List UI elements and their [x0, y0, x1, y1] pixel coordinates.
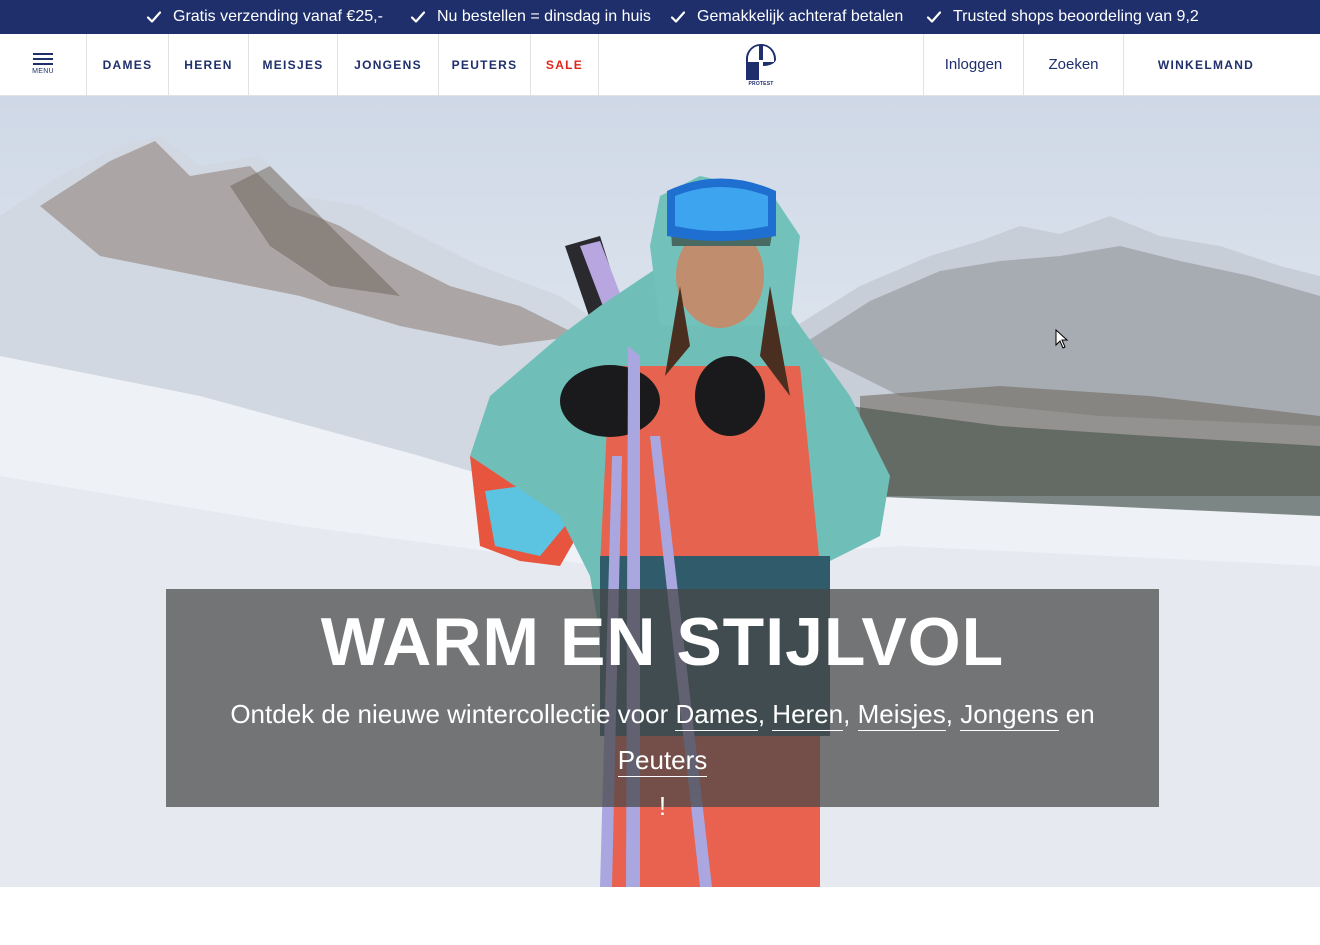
usp-text: Trusted shops beoordeling van 9,2 — [953, 8, 1199, 25]
usp-item: Gratis verzending vanaf €25,- — [146, 0, 383, 34]
hero-link-jongens[interactable]: Jongens — [960, 699, 1059, 731]
hero-subtitle-prefix: Ontdek de nieuwe wintercollectie voor — [230, 699, 669, 729]
checkmark-icon — [410, 11, 426, 23]
hero-text-overlay: WARM EN STIJLVOL Ontdek de nieuwe winter… — [166, 589, 1159, 821]
usp-text: Nu bestellen = dinsdag in huis — [437, 8, 651, 25]
page-content-start — [0, 887, 1320, 945]
mouse-cursor-icon — [1055, 329, 1069, 349]
hero-link-meisjes[interactable]: Meisjes — [857, 699, 946, 731]
usp-text: Gemakkelijk achteraf betalen — [697, 8, 904, 25]
hamburger-icon — [33, 52, 53, 65]
hero-conjunction: en — [1065, 699, 1095, 729]
hero-link-dames[interactable]: Dames — [675, 699, 758, 731]
nav-item-dames[interactable]: DAMES — [87, 34, 169, 95]
logo-text: PROTEST — [748, 81, 774, 87]
cart-button[interactable]: WINKELMAND — [1123, 34, 1288, 95]
checkmark-icon — [926, 11, 942, 23]
nav-item-peuters[interactable]: PEUTERS — [439, 34, 531, 95]
checkmark-icon — [146, 11, 162, 23]
protest-logo[interactable]: PROTEST — [745, 44, 777, 88]
hero-link-heren[interactable]: Heren — [772, 699, 844, 731]
menu-button[interactable]: MENU — [0, 34, 87, 95]
checkmark-icon — [670, 11, 686, 23]
hero-suffix: ! — [658, 791, 667, 821]
menu-label: MENU — [32, 67, 54, 75]
hero-link-peuters[interactable]: Peuters — [617, 745, 708, 777]
login-link[interactable]: Inloggen — [923, 34, 1023, 95]
nav-item-sale[interactable]: SALE — [531, 34, 599, 95]
nav-item-meisjes[interactable]: MEISJES — [249, 34, 338, 95]
nav-item-jongens[interactable]: JONGENS — [338, 34, 439, 95]
hero-subtitle: Ontdek de nieuwe wintercollectie voor Da… — [230, 699, 1095, 821]
main-nav: DAMES HEREN MEISJES JONGENS PEUTERS SALE — [87, 34, 599, 95]
hero-banner[interactable]: WARM EN STIJLVOL Ontdek de nieuwe winter… — [0, 96, 1320, 887]
usp-item: Gemakkelijk achteraf betalen — [670, 0, 903, 34]
header-actions: Inloggen Zoeken WINKELMAND — [923, 34, 1288, 95]
nav-item-heren[interactable]: HEREN — [169, 34, 249, 95]
usp-item: Nu bestellen = dinsdag in huis — [410, 0, 651, 34]
search-button[interactable]: Zoeken — [1023, 34, 1123, 95]
hero-title: WARM EN STIJLVOL — [320, 604, 1005, 680]
logo-mark-icon — [746, 44, 776, 80]
usp-bar: Gratis verzending vanaf €25,- Nu bestell… — [0, 0, 1320, 34]
usp-item: Trusted shops beoordeling van 9,2 — [926, 0, 1199, 34]
usp-text: Gratis verzending vanaf €25,- — [173, 8, 383, 25]
site-header: MENU DAMES HEREN MEISJES JONGENS PEUTERS… — [0, 34, 1320, 96]
